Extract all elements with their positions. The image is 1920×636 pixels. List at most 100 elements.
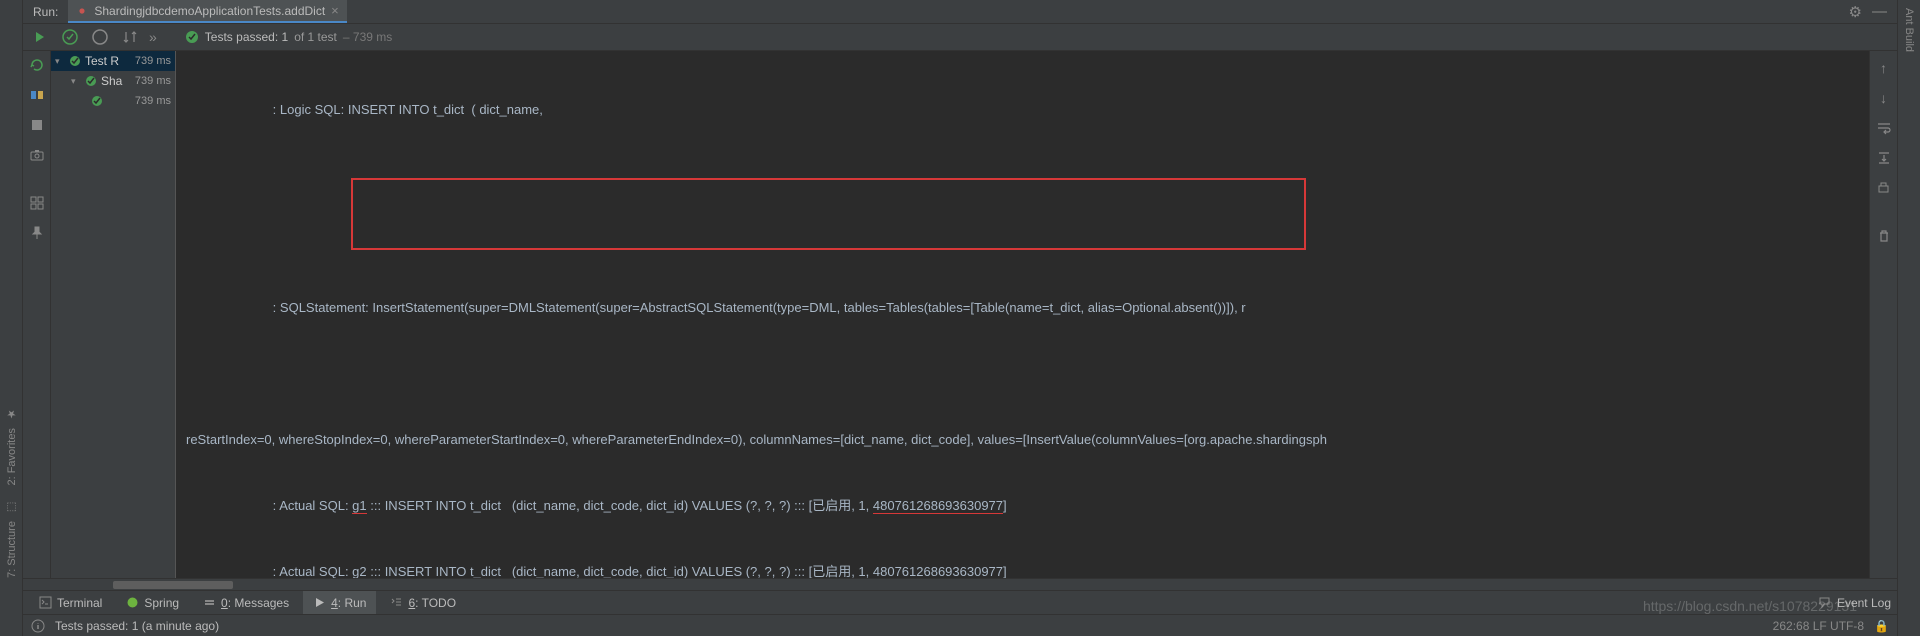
- check-circle-icon: [185, 30, 199, 44]
- layout-button[interactable]: [27, 193, 47, 213]
- run-body: ▾ Test R 739 ms ▾ Sha 739 ms 739 ms: [23, 51, 1897, 578]
- todo-icon: [390, 596, 403, 609]
- ant-build-button[interactable]: Ant Build: [1903, 8, 1915, 52]
- trash-button[interactable]: [1875, 227, 1893, 245]
- test-status: Tests passed: 1 of 1 test – 739 ms: [185, 30, 392, 44]
- play-icon: [34, 31, 46, 43]
- soft-wrap-button[interactable]: [1875, 119, 1893, 137]
- minimize-icon[interactable]: —: [1872, 3, 1887, 21]
- horizontal-scrollbar[interactable]: [23, 578, 1897, 590]
- tab-bar: Run: ShardingjdbcdemoApplicationTests.ad…: [23, 0, 1897, 24]
- test-root-row[interactable]: ▾ Test R 739 ms: [51, 51, 175, 71]
- console-toolbar: ↑ ↓: [1869, 51, 1897, 578]
- console-line: : Actual SQL: g2 ::: INSERT INTO t_dict …: [176, 561, 1869, 578]
- diff-icon: [30, 88, 44, 102]
- tab-title: ShardingjdbcdemoApplicationTests.addDict: [94, 4, 325, 18]
- run-toolbar: » Tests passed: 1 of 1 test – 739 ms: [23, 24, 1897, 51]
- rerun-button[interactable]: [29, 26, 51, 48]
- test-root-label: Test R: [85, 54, 119, 68]
- compare-button[interactable]: [27, 85, 47, 105]
- favorites-tool-button[interactable]: 2: Favorites ★: [5, 408, 18, 486]
- circle-icon: [92, 29, 108, 45]
- check-pass-icon: [62, 29, 78, 45]
- print-icon: [1876, 181, 1891, 196]
- console-line: [176, 165, 1869, 187]
- todo-tab[interactable]: 6: TODO: [380, 591, 466, 614]
- pin-button[interactable]: [27, 223, 47, 243]
- run-tab-bottom[interactable]: 4: Run: [303, 591, 376, 614]
- scroll-thumb[interactable]: [113, 581, 233, 589]
- terminal-tab[interactable]: Terminal: [29, 591, 112, 614]
- tests-total-text: of 1 test: [294, 30, 337, 44]
- status-bar: Tests passed: 1 (a minute ago) 262:68 LF…: [23, 614, 1897, 636]
- main-area: Run: ShardingjdbcdemoApplicationTests.ad…: [23, 0, 1897, 636]
- spring-tab[interactable]: Spring: [116, 591, 189, 614]
- watermark: https://blog.csdn.net/s1078229131: [1643, 598, 1857, 614]
- scroll-end-button[interactable]: [1875, 149, 1893, 167]
- rerun-tests-icon: [30, 58, 44, 72]
- run-tab[interactable]: ShardingjdbcdemoApplicationTests.addDict…: [68, 0, 346, 23]
- spring-icon: [126, 596, 139, 609]
- expand-icon: ▾: [55, 56, 65, 67]
- run-label-bottom: 4: Run: [331, 596, 366, 610]
- left-tool-rail: 2: Favorites ★ 7: Structure ⬚: [0, 0, 23, 636]
- ant-build-label: Ant Build: [1903, 8, 1915, 52]
- toggle-pass-button[interactable]: [59, 26, 81, 48]
- console-line: : Logic SQL: INSERT INTO t_dict ( dict_n…: [176, 99, 1869, 121]
- check-circle-icon: [85, 75, 97, 87]
- console-line: reStartIndex=0, whereStopIndex=0, whereP…: [176, 429, 1869, 451]
- console-line: : Actual SQL: g1 ::: INSERT INTO t_dict …: [176, 495, 1869, 517]
- lock-icon: 🔒: [1874, 619, 1889, 633]
- gear-icon[interactable]: ⚙: [1849, 3, 1862, 21]
- scroll-icon: [1876, 150, 1892, 166]
- play-icon: [313, 596, 326, 609]
- right-tool-rail: Ant Build: [1897, 0, 1920, 636]
- camera-icon: [30, 148, 44, 162]
- down-button[interactable]: ↓: [1875, 89, 1893, 107]
- status-text: Tests passed: 1 (a minute ago): [55, 619, 219, 633]
- messages-label: 0: Messages: [221, 596, 289, 610]
- todo-label: 6: TODO: [408, 596, 456, 610]
- top-right-icons: ⚙ —: [1849, 3, 1897, 21]
- wrap-icon: [1876, 120, 1892, 136]
- toggle-fail-button[interactable]: [89, 26, 111, 48]
- info-icon: [31, 619, 45, 633]
- test-tree: ▾ Test R 739 ms ▾ Sha 739 ms 739 ms: [51, 51, 176, 578]
- pin-icon: [30, 226, 44, 240]
- structure-tool-button[interactable]: 7: Structure ⬚: [5, 501, 18, 578]
- stop-icon: [31, 119, 43, 131]
- check-circle-icon: [69, 55, 81, 67]
- debug-button[interactable]: [27, 55, 47, 75]
- messages-tab[interactable]: 0: Messages: [193, 591, 299, 614]
- test-file-icon: [76, 5, 88, 17]
- test-method-row[interactable]: 739 ms: [51, 91, 175, 111]
- close-tab-icon[interactable]: ×: [331, 3, 339, 18]
- favorites-label: 2: Favorites: [6, 428, 18, 485]
- terminal-label: Terminal: [57, 596, 102, 610]
- test-root-time: 739 ms: [135, 55, 175, 67]
- chevron-right-icon: »: [149, 29, 157, 45]
- screenshot-button[interactable]: [27, 145, 47, 165]
- bottom-toolbar: Terminal Spring 0: Messages 4: Run 6: TO…: [23, 590, 1897, 614]
- tests-time-text: – 739 ms: [343, 30, 392, 44]
- messages-icon: [203, 596, 216, 609]
- console-line: : SQLStatement: InsertStatement(super=DM…: [176, 297, 1869, 319]
- stop-button[interactable]: [27, 115, 47, 135]
- console-line: [176, 231, 1869, 253]
- console-line: [176, 363, 1869, 385]
- tests-passed-text: Tests passed: 1: [205, 30, 288, 44]
- test-class-label: Sha: [101, 74, 122, 88]
- test-class-row[interactable]: ▾ Sha 739 ms: [51, 71, 175, 91]
- sort-icon: [123, 30, 137, 44]
- up-button[interactable]: ↑: [1875, 59, 1893, 77]
- spring-label: Spring: [144, 596, 179, 610]
- sort-button[interactable]: [119, 26, 141, 48]
- layout-icon: [30, 196, 44, 210]
- trash-icon: [1877, 229, 1891, 243]
- console-output[interactable]: : Logic SQL: INSERT INTO t_dict ( dict_n…: [176, 51, 1869, 578]
- expand-icon: ▾: [71, 76, 81, 87]
- structure-label: 7: Structure: [6, 521, 18, 578]
- test-class-time: 739 ms: [135, 75, 175, 87]
- print-button[interactable]: [1875, 179, 1893, 197]
- status-cursor-info: 262:68 LF UTF-8: [1773, 619, 1864, 633]
